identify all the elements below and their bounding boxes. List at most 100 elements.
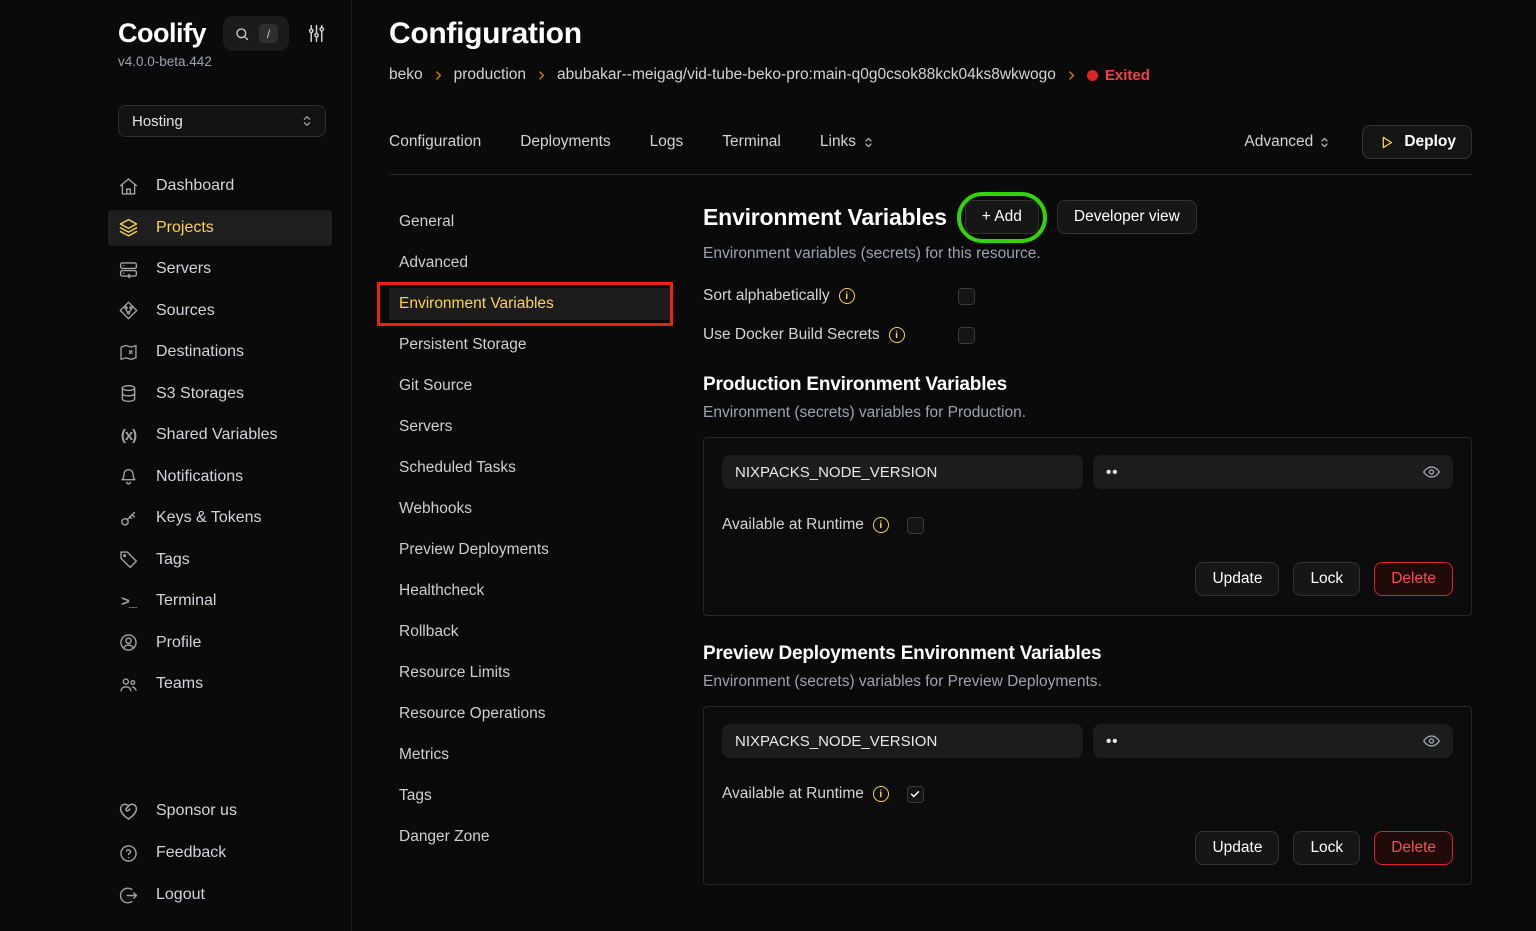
settings-subnav: General Advanced Environment Variables P…	[389, 196, 703, 885]
subnav-persistent-storage[interactable]: Persistent Storage	[389, 329, 671, 361]
info-icon[interactable]: i	[873, 517, 889, 533]
logout-icon	[118, 885, 139, 906]
breadcrumb-resource[interactable]: abubakar--meigag/vid-tube-beko-pro:main-…	[557, 66, 1056, 84]
add-variable-button[interactable]: + Add	[965, 200, 1039, 234]
sidebar-item-label: Feedback	[156, 844, 226, 862]
divider	[389, 174, 1472, 175]
sidebar-item-keys-tokens[interactable]: Keys & Tokens	[108, 500, 332, 536]
variable-value-input[interactable]	[1093, 455, 1453, 489]
status-dot-icon	[1087, 70, 1098, 81]
map-icon	[118, 342, 139, 363]
subnav-healthcheck[interactable]: Healthcheck	[389, 575, 671, 607]
environment-variables-panel: Environment Variables + Add Developer vi…	[703, 196, 1472, 885]
sidebar-item-label: Projects	[156, 219, 214, 237]
subnav-webhooks[interactable]: Webhooks	[389, 493, 671, 525]
sidebar-item-notifications[interactable]: Notifications	[108, 459, 332, 495]
sidebar-item-servers[interactable]: Servers	[108, 251, 332, 287]
sort-alphabetically-checkbox[interactable]	[958, 288, 975, 305]
subnav-preview-deployments[interactable]: Preview Deployments	[389, 534, 671, 566]
available-at-runtime-label: Available at Runtime	[722, 785, 864, 803]
subnav-rollback[interactable]: Rollback	[389, 616, 671, 648]
sidebar-item-sponsor[interactable]: Sponsor us	[108, 793, 332, 829]
sidebar-item-destinations[interactable]: Destinations	[108, 334, 332, 370]
sidebar-item-shared-variables[interactable]: (x) Shared Variables	[108, 417, 332, 453]
layers-icon	[118, 217, 139, 238]
sidebar-item-label: Shared Variables	[156, 426, 278, 444]
chevron-right-icon	[1065, 69, 1078, 82]
variable-icon: (x)	[118, 427, 139, 444]
subnav-resource-limits[interactable]: Resource Limits	[389, 657, 671, 689]
subnav-advanced[interactable]: Advanced	[389, 247, 671, 279]
team-select[interactable]: Hosting	[118, 105, 326, 137]
subnav-general[interactable]: General	[389, 206, 671, 238]
subnav-servers[interactable]: Servers	[389, 411, 671, 443]
tab-configuration[interactable]: Configuration	[389, 133, 481, 151]
advanced-dropdown[interactable]: Advanced	[1244, 133, 1332, 151]
sidebar-item-logout[interactable]: Logout	[108, 877, 332, 913]
docker-build-secrets-checkbox[interactable]	[958, 327, 975, 344]
sidebar-item-s3-storages[interactable]: S3 Storages	[108, 376, 332, 412]
sidebar-item-terminal[interactable]: >_ Terminal	[108, 583, 332, 619]
available-at-runtime-checkbox[interactable]	[907, 786, 924, 803]
sidebar-item-label: Servers	[156, 260, 211, 278]
update-button[interactable]: Update	[1195, 562, 1279, 596]
subnav-git-source[interactable]: Git Source	[389, 370, 671, 402]
reveal-value-button[interactable]	[1420, 730, 1443, 753]
search-shortcut-key: /	[259, 24, 278, 43]
sidebar-item-tags[interactable]: Tags	[108, 542, 332, 578]
tab-terminal[interactable]: Terminal	[722, 133, 781, 151]
subnav-resource-operations[interactable]: Resource Operations	[389, 698, 671, 730]
docker-build-secrets-row: Use Docker Build Secrets i	[703, 323, 1472, 347]
sidebar-item-projects[interactable]: Projects	[108, 210, 332, 246]
info-icon[interactable]: i	[839, 288, 855, 304]
lock-button[interactable]: Lock	[1293, 831, 1360, 865]
sidebar-item-label: Terminal	[156, 592, 216, 610]
breadcrumb-project[interactable]: beko	[389, 66, 423, 84]
bell-icon	[118, 466, 139, 487]
subnav-danger-zone[interactable]: Danger Zone	[389, 821, 671, 853]
chevron-right-icon	[432, 69, 445, 82]
terminal-icon: >_	[118, 593, 139, 610]
sidebar-item-profile[interactable]: Profile	[108, 625, 332, 661]
production-section-title: Production Environment Variables	[703, 374, 1472, 396]
info-icon[interactable]: i	[889, 327, 905, 343]
docker-build-secrets-label: Use Docker Build Secrets	[703, 326, 880, 344]
panel-title: Environment Variables	[703, 204, 947, 231]
production-variable-card: Available at Runtime i Update Lock Delet…	[703, 437, 1472, 616]
delete-button[interactable]: Delete	[1374, 562, 1453, 596]
tab-links-label: Links	[820, 133, 856, 151]
subnav-tags[interactable]: Tags	[389, 780, 671, 812]
deploy-button[interactable]: Deploy	[1362, 125, 1472, 159]
tab-deployments[interactable]: Deployments	[520, 133, 610, 151]
delete-button[interactable]: Delete	[1374, 831, 1453, 865]
tab-links[interactable]: Links	[820, 133, 876, 151]
sidebar-item-sources[interactable]: Sources	[108, 293, 332, 329]
breadcrumb-environment[interactable]: production	[454, 66, 526, 84]
home-icon	[118, 176, 139, 197]
subnav-metrics[interactable]: Metrics	[389, 739, 671, 771]
sidebar-item-label: Sources	[156, 302, 215, 320]
sidebar-item-feedback[interactable]: Feedback	[108, 835, 332, 871]
available-at-runtime-row: Available at Runtime i	[722, 782, 1453, 806]
server-icon	[118, 259, 139, 280]
update-button[interactable]: Update	[1195, 831, 1279, 865]
subnav-environment-variables[interactable]: Environment Variables	[389, 288, 671, 320]
sidebar-nav: Dashboard Projects Servers Sources Desti…	[118, 168, 341, 702]
developer-view-button[interactable]: Developer view	[1057, 200, 1197, 234]
info-icon[interactable]: i	[873, 786, 889, 802]
variable-value-input[interactable]	[1093, 724, 1453, 758]
chevron-updown-icon	[299, 113, 315, 129]
search-button[interactable]: /	[223, 16, 289, 51]
production-section-description: Environment (secrets) variables for Prod…	[703, 404, 1472, 422]
lock-button[interactable]: Lock	[1293, 562, 1360, 596]
sidebar-item-teams[interactable]: Teams	[108, 666, 332, 702]
settings-sliders-icon[interactable]	[306, 23, 327, 44]
preview-section-title: Preview Deployments Environment Variable…	[703, 643, 1472, 665]
sidebar-item-dashboard[interactable]: Dashboard	[108, 168, 332, 204]
subnav-scheduled-tasks[interactable]: Scheduled Tasks	[389, 452, 671, 484]
tab-logs[interactable]: Logs	[650, 133, 684, 151]
reveal-value-button[interactable]	[1420, 461, 1443, 484]
variable-key-input[interactable]	[722, 724, 1083, 758]
variable-key-input[interactable]	[722, 455, 1083, 489]
available-at-runtime-checkbox[interactable]	[907, 517, 924, 534]
